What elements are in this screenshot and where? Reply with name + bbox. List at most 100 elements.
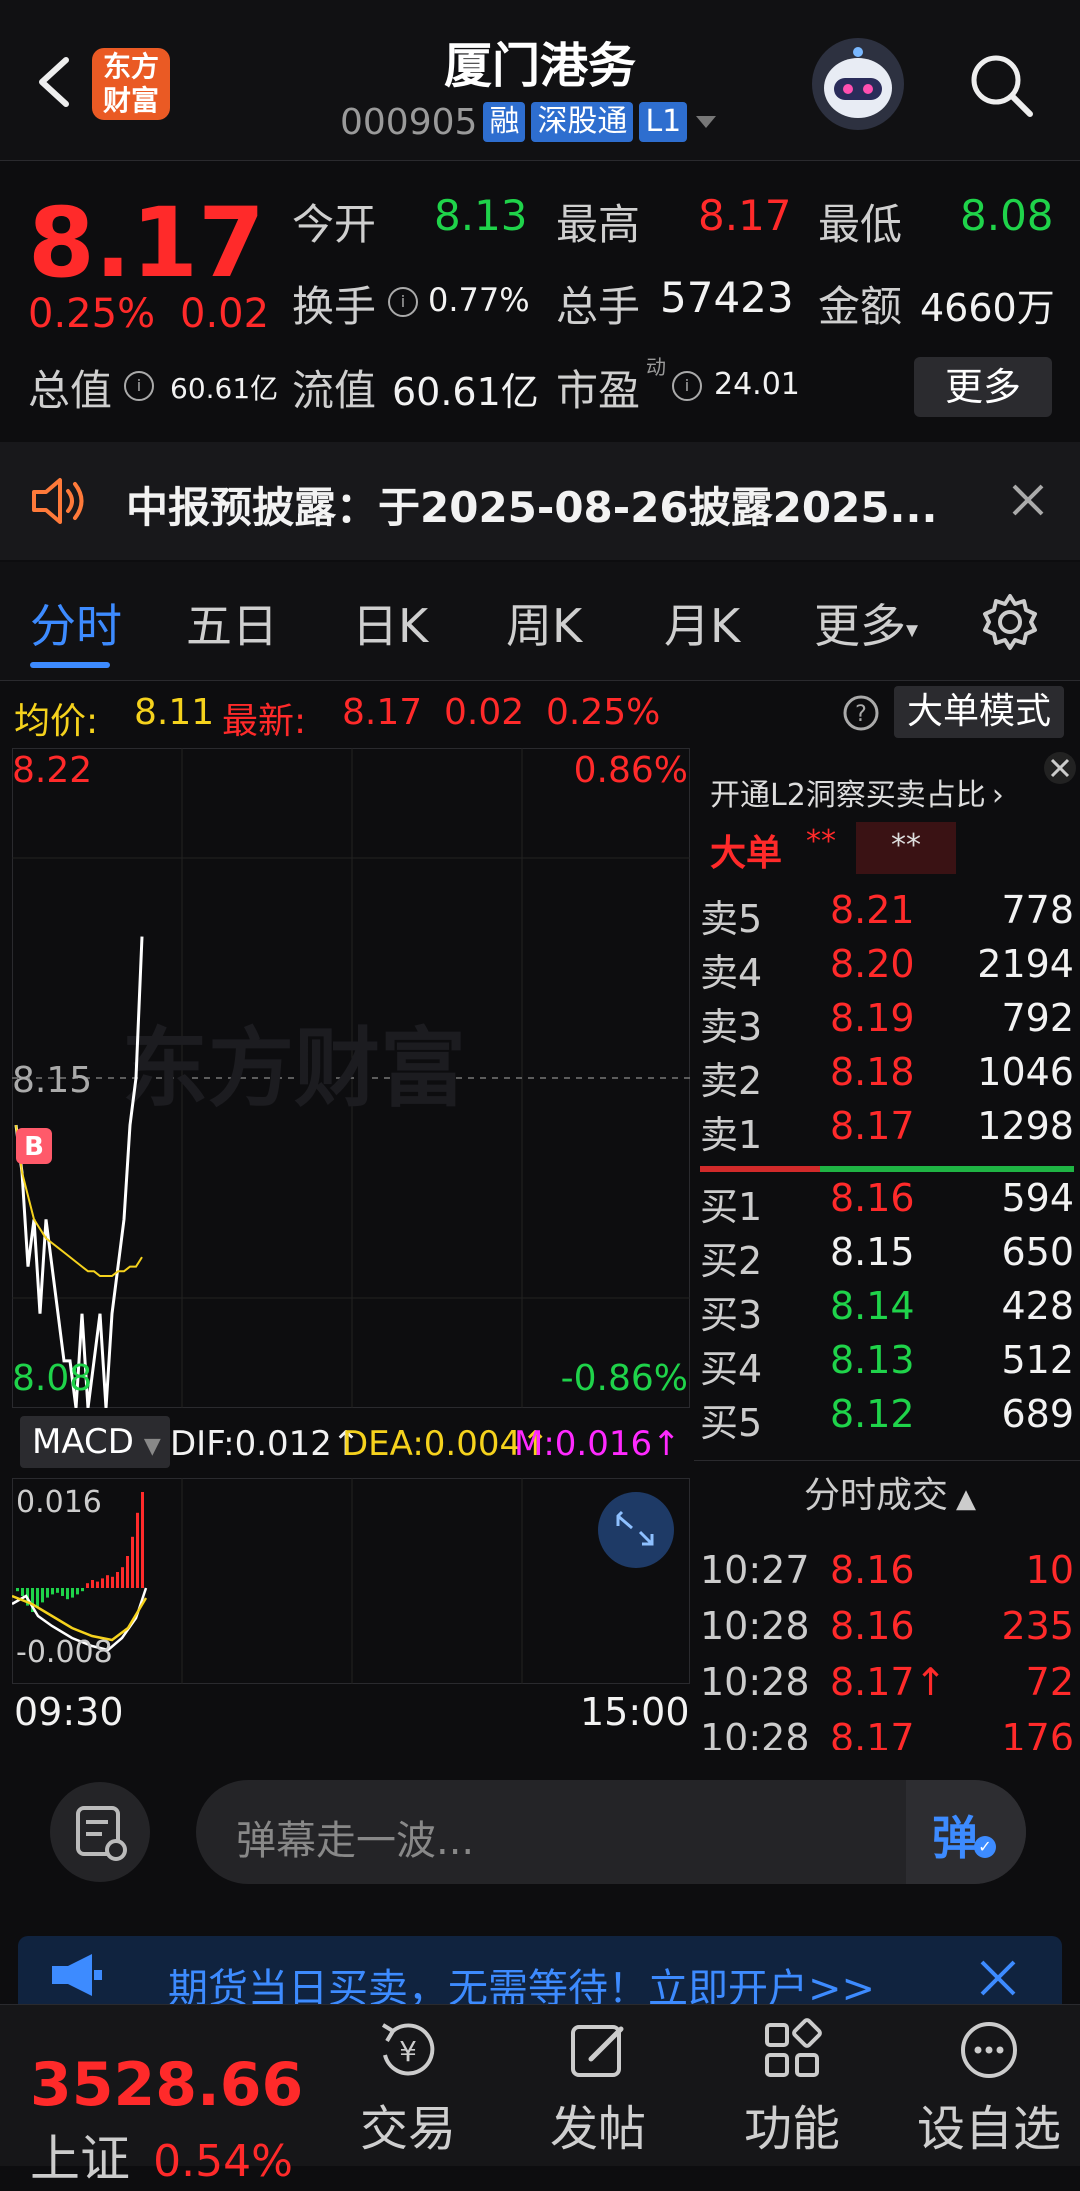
order-book-row[interactable]: 买2 8.15 650 [700,1230,1074,1284]
tab-more[interactable]: 更多▾ [814,590,918,656]
float-value: 60.61亿 [392,370,539,414]
volume-value: 57423 [660,273,794,322]
level-label: 买5 [700,1401,763,1445]
level-price: 8.13 [830,1338,915,1382]
more-quote-button[interactable]: 更多 [914,357,1052,417]
latest-label: 最新: [222,701,307,742]
change-value: 0.02 [180,291,270,337]
tab-weekly-k[interactable]: 周K [506,590,582,656]
level-price: 8.17 [830,1104,915,1148]
order-book-row[interactable]: 卖1 8.17 1298 [700,1104,1074,1158]
order-book-row[interactable]: 卖4 8.20 2194 [700,942,1074,996]
close-icon[interactable] [978,1958,1018,1998]
avg-label: 均价: [14,701,99,742]
macd-bar [21,1588,24,1596]
x-tick-start: 09:30 [14,1690,124,1734]
macd-bar [101,1578,104,1588]
svg-text:¥: ¥ [399,2035,417,2068]
indicator-selector[interactable]: MACD ▼ [20,1416,170,1468]
intraday-chart[interactable]: 东方财富 B 8.22 8.15 8.08 0.86% -0.86% [12,748,690,1408]
macd-bar [81,1588,84,1592]
time-trades-header[interactable]: 分时成交 ▲ [804,1466,976,1518]
close-icon[interactable] [1010,482,1046,518]
notice-bar[interactable]: 中报预披露：于2025-08-26披露2025... [0,442,1080,560]
close-icon[interactable] [1042,750,1078,786]
time-trades-label: 分时成交 [804,1475,949,1516]
help-icon[interactable]: ? [842,694,880,732]
macd-bar [61,1588,64,1596]
level-label: 买1 [700,1185,763,1229]
macd-bar [111,1576,114,1588]
level-volume: 428 [1001,1284,1074,1328]
tab-monthly-k[interactable]: 月K [664,590,740,656]
active-tab-underline [30,662,110,668]
trade-row: 10:28 8.16 235 [700,1604,1074,1658]
pe-label: 市盈 [556,366,641,415]
low-label: 最低 [818,200,903,249]
gear-icon[interactable] [980,592,1040,652]
big-order-value-2: ** [856,822,956,874]
info-icon[interactable]: i [124,371,154,401]
level-label: 买4 [700,1347,763,1391]
danmu-send-label: 弹 [932,1811,978,1865]
high-value: 8.17 [698,191,792,240]
dif-value: DIF:0.012↑ [170,1424,361,1464]
macd-chart[interactable]: 0.016 -0.008 [12,1478,690,1684]
index-name: 上证 [30,2130,130,2188]
tab-add-watchlist[interactable]: 设自选 [904,2015,1074,2159]
grid-icon [765,2018,822,2077]
tab-functions[interactable]: 功能 [712,2015,872,2159]
more-dots-icon [961,2022,1017,2078]
macd-bar [106,1575,109,1588]
index-ticker[interactable]: 3528.66 上证 0.54% [30,2053,303,2191]
tab-daily-k[interactable]: 日K [352,590,428,656]
macd-bar [36,1588,39,1608]
level-label: 卖2 [700,1059,763,1103]
danmu-input[interactable]: 弹幕走一波... 弹 ✓ [196,1780,1026,1884]
level-price: 8.15 [830,1230,915,1274]
open-label: 今开 [292,200,377,249]
tab-post[interactable]: 发帖 [518,2015,678,2159]
stock-code-line[interactable]: 000905 融 深股通 L1 [340,100,719,144]
order-book-row[interactable]: 卖2 8.18 1046 [700,1050,1074,1104]
yen-cycle-icon: ¥ [381,2023,435,2076]
macd-bar [41,1588,44,1603]
x-tick-end: 15:00 [580,1690,690,1734]
speaker-icon [32,478,84,524]
robot-assistant-icon[interactable] [812,38,904,130]
trade-time: 10:28 [700,1660,810,1704]
tab-trade[interactable]: ¥ 交易 [328,2015,488,2159]
pct-tick-bottom: -0.86% [561,1358,688,1399]
order-book-row[interactable]: 买1 8.16 594 [700,1176,1074,1230]
tab-five-day[interactable]: 五日 [186,590,278,656]
danmu-settings-icon [76,1806,127,1861]
danmu-send-button[interactable]: 弹 ✓ [906,1780,1026,1884]
order-book-row[interactable]: 买5 8.12 689 [700,1392,1074,1446]
order-book-row[interactable]: 买4 8.13 512 [700,1338,1074,1392]
order-book-row[interactable]: 卖3 8.19 792 [700,996,1074,1050]
buy-marker[interactable]: B [16,1128,52,1164]
margin-tag: 融 [483,102,526,142]
tab-intraday[interactable]: 分时 [30,590,122,656]
triangle-down-icon: ▾ [906,615,919,644]
order-book-row[interactable]: 买3 8.14 428 [700,1284,1074,1338]
macd-bar [71,1588,74,1598]
level-price: 8.12 [830,1392,915,1436]
level-label: 卖5 [700,897,763,941]
index-pct: 0.54% [153,2136,293,2187]
danmu-list-button[interactable] [50,1782,150,1882]
trade-row: 10:28 8.17↑ 72 [700,1660,1074,1714]
level-price: 8.16 [830,1176,915,1220]
pct-tick-top: 0.86% [574,750,688,791]
expand-icon[interactable] [598,1492,674,1568]
trade-volume: 72 [1025,1660,1074,1704]
info-icon[interactable]: i [388,287,418,317]
search-icon[interactable] [966,50,1036,120]
macd-bar [116,1572,119,1588]
l2-upgrade-link[interactable]: 开通L2洞察买卖占比 › [710,770,1004,814]
trade-row: 10:27 8.16 10 [700,1548,1074,1602]
big-order-mode-button[interactable]: 大单模式 [894,686,1064,738]
order-book-row[interactable]: 卖5 8.21 778 [700,888,1074,942]
info-icon[interactable]: i [672,371,702,401]
macd-bar [91,1580,94,1588]
